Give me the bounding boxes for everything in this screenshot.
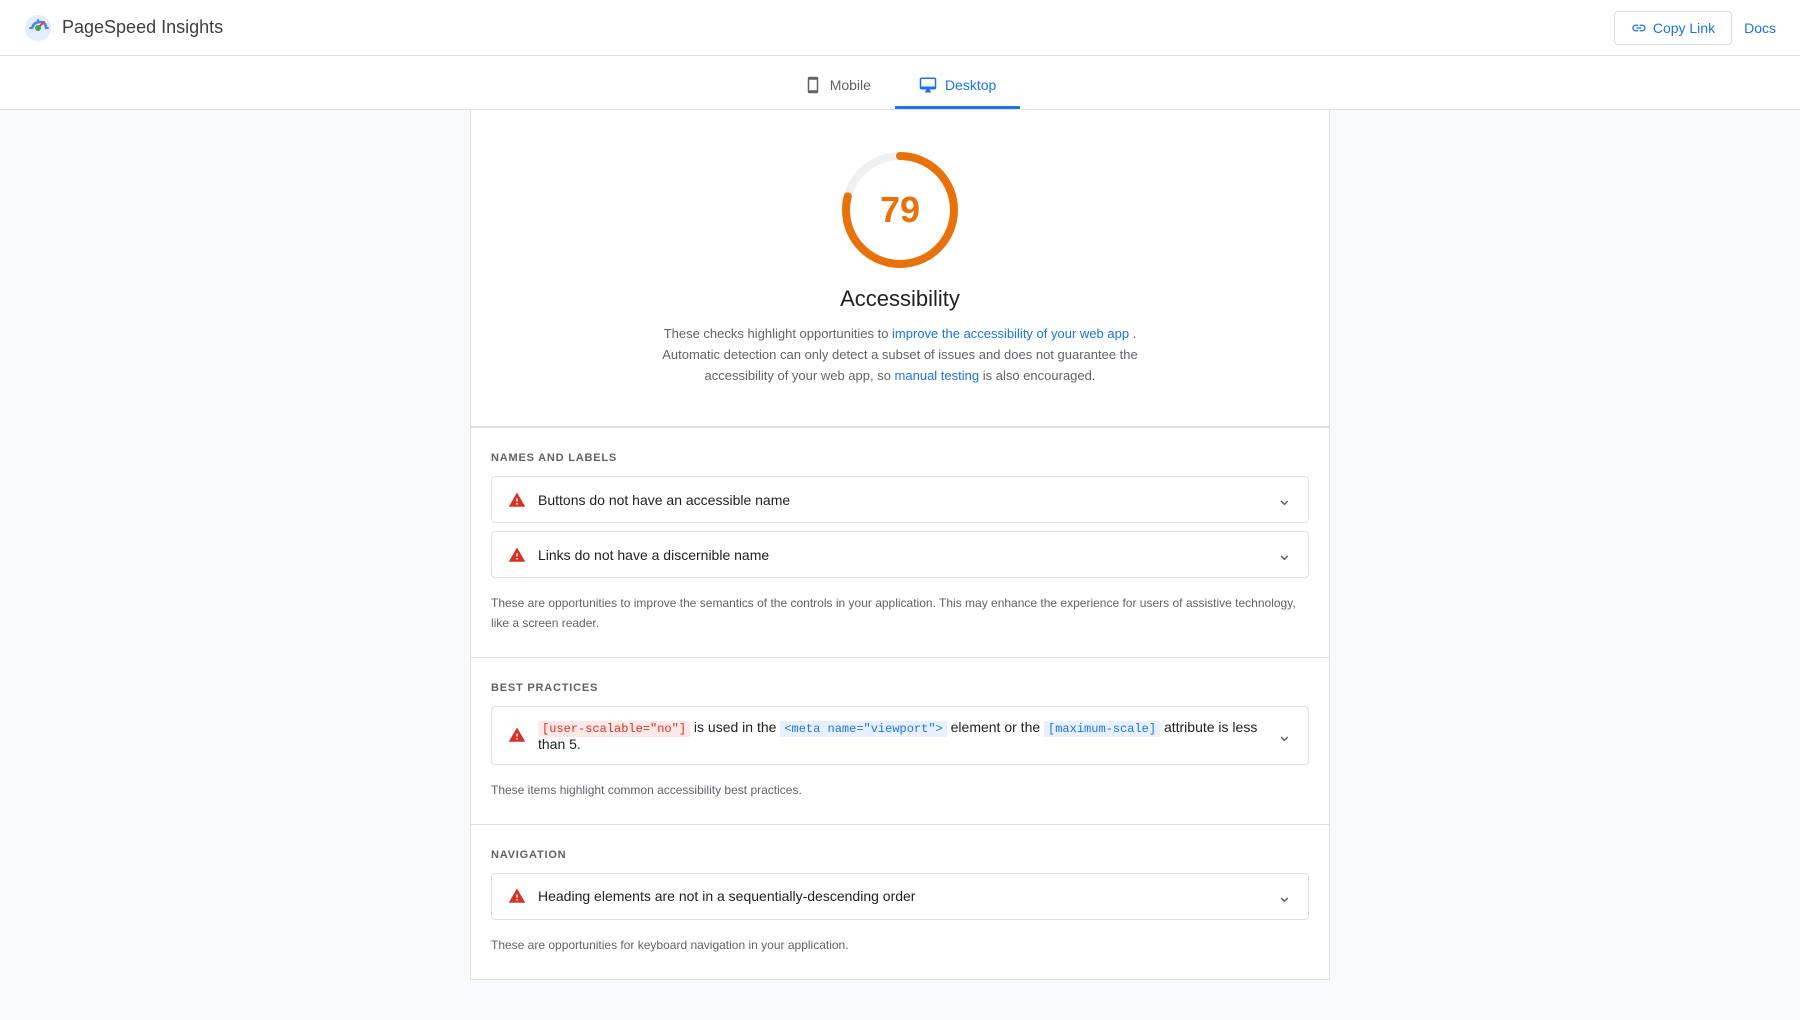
warning-icon-4 [508,887,526,905]
score-circle: 79 [840,150,960,270]
audit-item-link-name-text: Links do not have a discernible name [538,547,769,563]
score-section: 79 Accessibility These checks highlight … [470,110,1330,427]
tab-desktop[interactable]: Desktop [895,64,1020,109]
audit-item-heading-order-text: Heading elements are not in a sequential… [538,888,915,904]
audit-item-meta-viewport[interactable]: [user-scalable="no"] is used in the <met… [491,706,1309,765]
desktop-icon [919,76,937,94]
audit-item-meta-viewport-text: [user-scalable="no"] is used in the <met… [538,719,1277,752]
header-actions: Copy Link Docs [1614,11,1776,45]
category-names-labels-note: These are opportunities to improve the s… [491,586,1309,648]
audit-item-heading-order[interactable]: Heading elements are not in a sequential… [491,873,1309,920]
category-best-practices: BEST PRACTICES [user-scalable="no"] is u… [471,658,1329,824]
chevron-down-icon: ⌄ [1277,489,1292,510]
docs-button[interactable]: Docs [1744,20,1776,36]
warning-icon-2 [508,546,526,564]
score-value: 79 [880,189,920,231]
audit-item-button-name-text: Buttons do not have an accessible name [538,492,790,508]
audit-sections: NAMES AND LABELS Buttons do not have an … [470,427,1330,980]
category-best-practices-note: These items highlight common accessibili… [491,773,1309,816]
category-names-labels: NAMES AND LABELS Buttons do not have an … [471,428,1329,656]
manual-testing-link[interactable]: manual testing [895,368,980,383]
warning-icon [508,491,526,509]
link-icon [1631,20,1647,36]
tab-desktop-label: Desktop [945,77,996,93]
tab-mobile-label: Mobile [830,77,871,93]
mobile-icon [804,76,822,94]
main-content: 79 Accessibility These checks highlight … [450,110,1350,1020]
pagespeed-logo-icon [24,14,52,42]
logo-area: PageSpeed Insights [24,14,223,42]
copy-link-button[interactable]: Copy Link [1614,11,1732,45]
header: PageSpeed Insights Copy Link Docs [0,0,1800,56]
audit-item-button-name[interactable]: Buttons do not have an accessible name ⌄ [491,476,1309,523]
warning-icon-3 [508,726,526,744]
audit-item-link-name[interactable]: Links do not have a discernible name ⌄ [491,531,1309,578]
category-navigation-title: NAVIGATION [491,849,1309,861]
chevron-down-icon-2: ⌄ [1277,544,1292,565]
category-best-practices-title: BEST PRACTICES [491,682,1309,694]
category-names-labels-title: NAMES AND LABELS [491,452,1309,464]
device-tabs: Mobile Desktop [0,56,1800,110]
chevron-down-icon-4: ⌄ [1277,886,1292,907]
category-navigation: NAVIGATION Heading elements are not in a… [471,825,1329,979]
chevron-down-icon-3: ⌄ [1277,725,1292,746]
score-description: These checks highlight opportunities to … [650,324,1150,386]
tab-mobile[interactable]: Mobile [780,64,895,109]
accessibility-link[interactable]: improve the accessibility of your web ap… [892,326,1129,341]
score-title: Accessibility [840,286,960,312]
app-title: PageSpeed Insights [62,17,223,38]
